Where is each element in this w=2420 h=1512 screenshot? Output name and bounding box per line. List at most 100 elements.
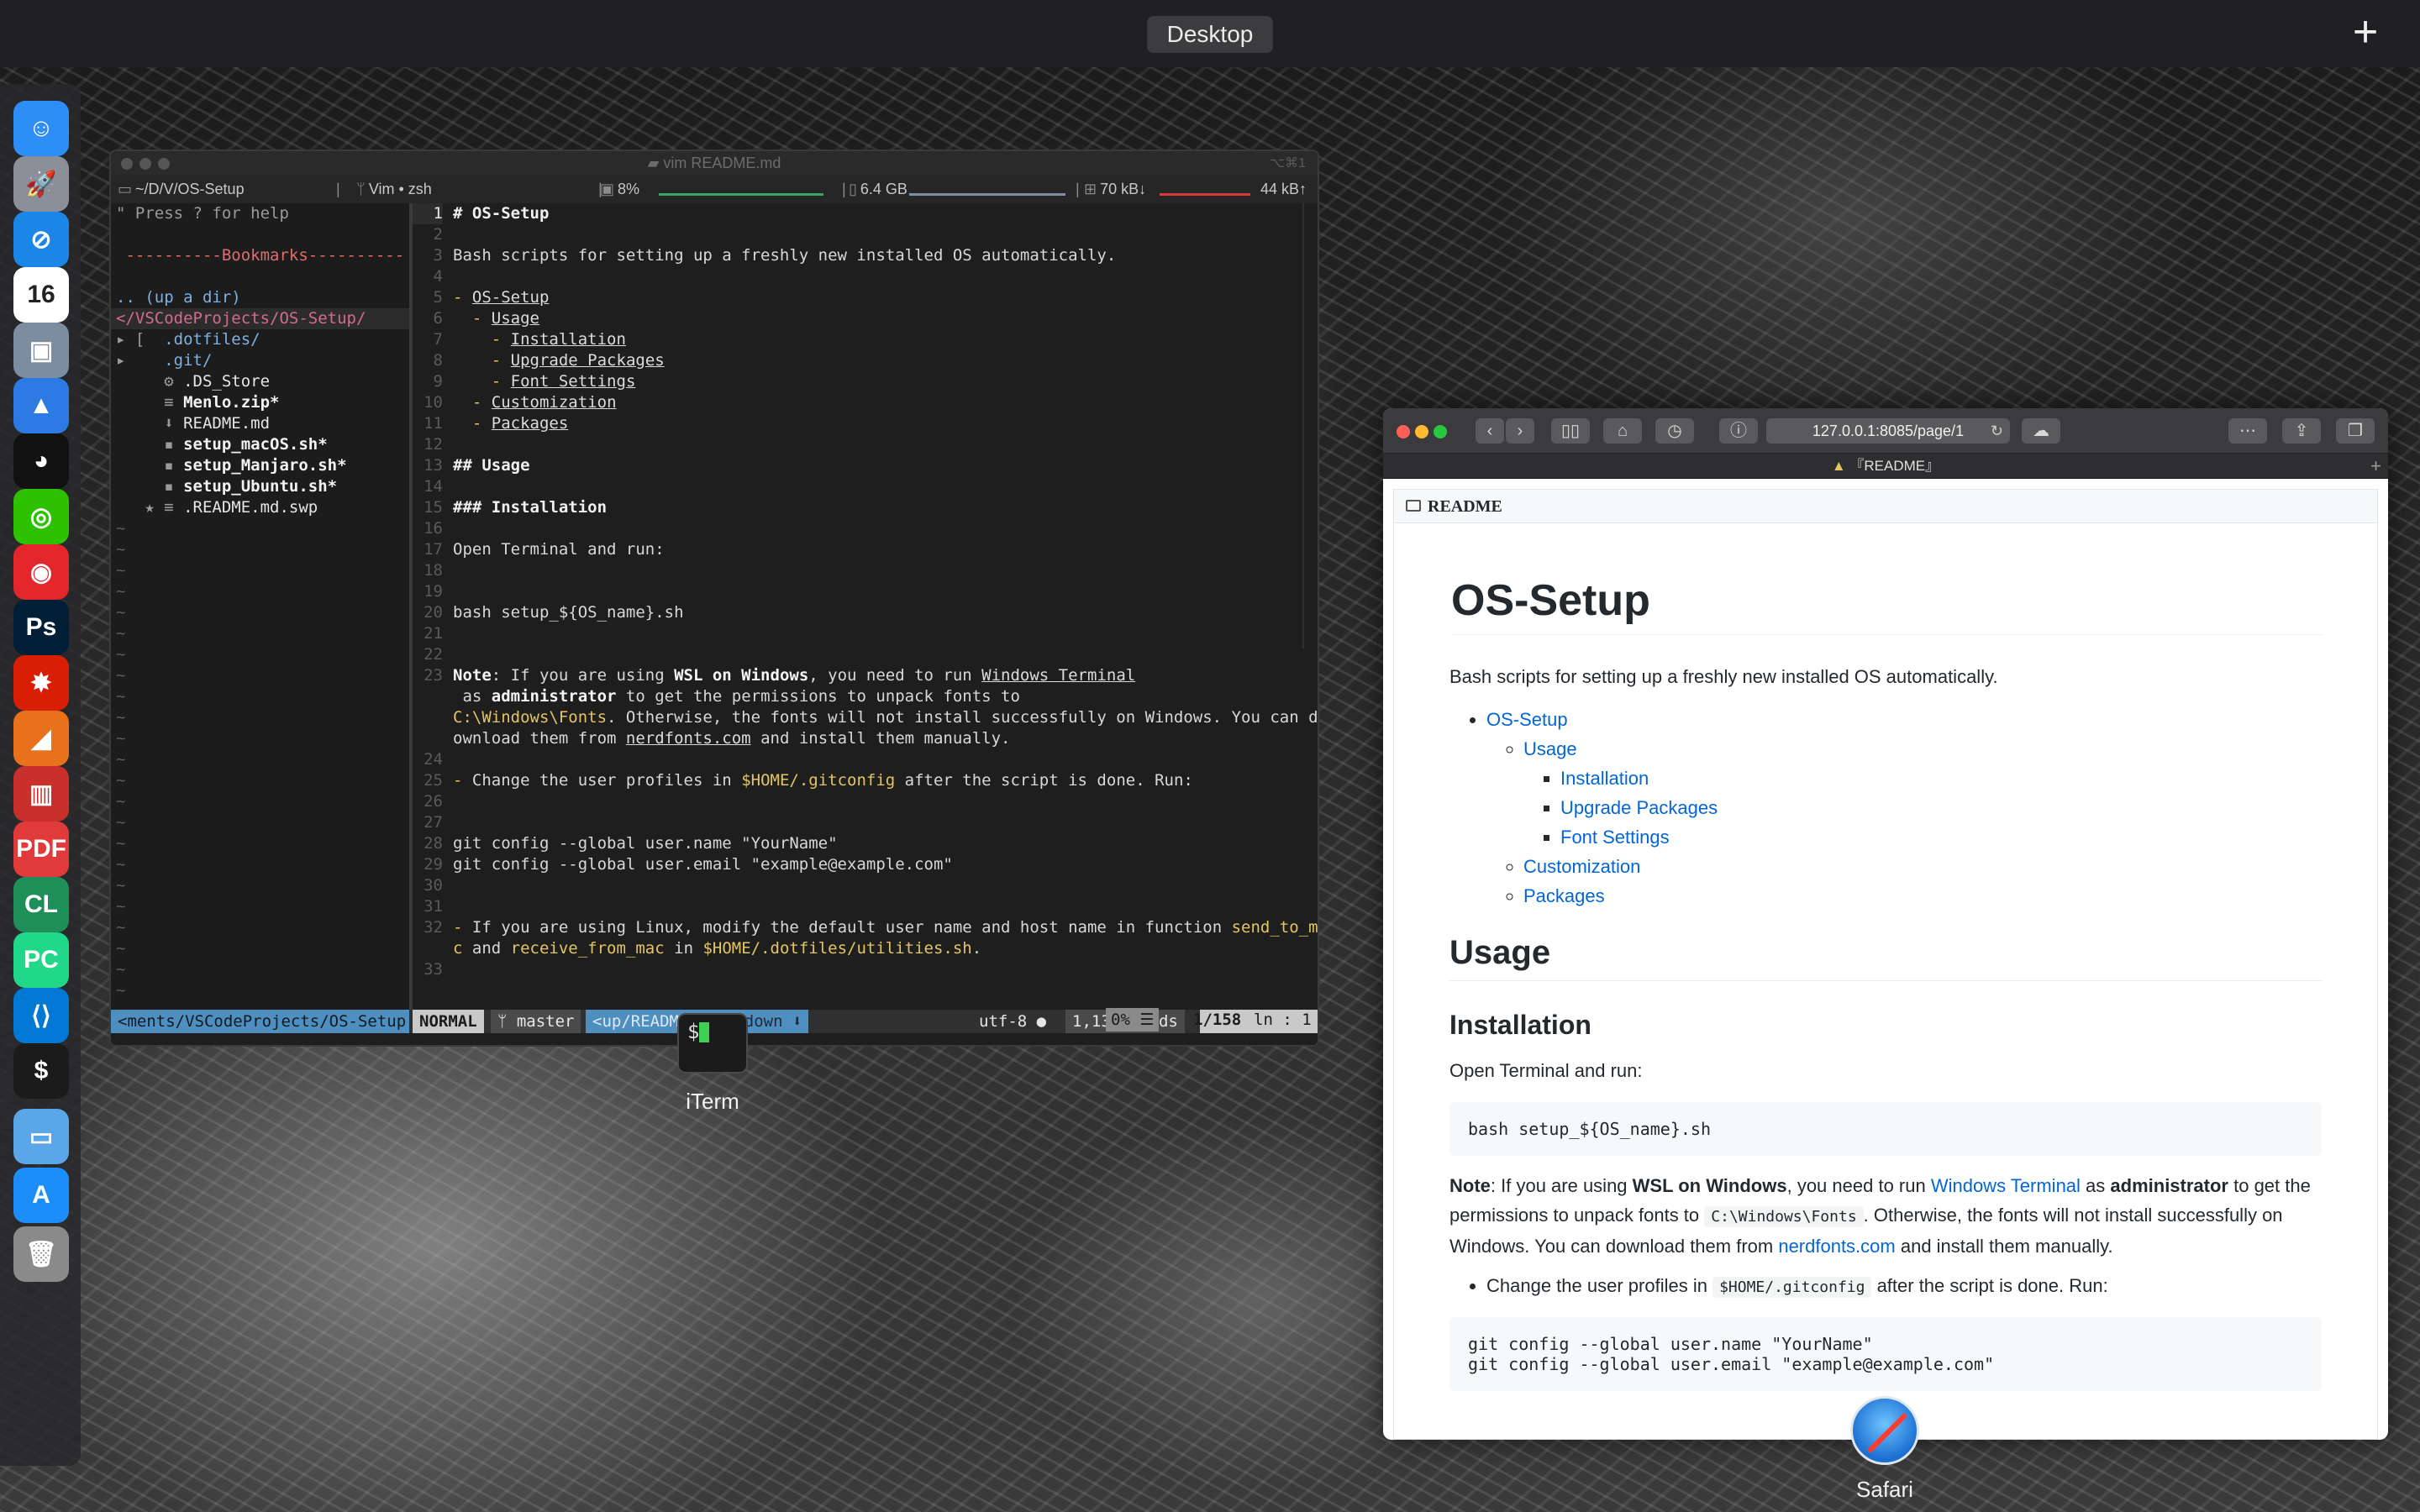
safari-window[interactable]: ‹ › ▯▯ ⌂ ◷ ⓘ 127.0.0.1:8085/page/1 ↻ ☁ ⋯… [1383, 408, 2388, 1440]
editor-line[interactable]: 18 [413, 560, 1318, 581]
dock-icon-iterm[interactable]: $ [13, 1043, 69, 1099]
dock-icon-preview[interactable]: ▣ [13, 323, 69, 378]
dock-icon-wolfram[interactable]: ✸ [13, 655, 69, 711]
editor-line[interactable]: 33 [413, 959, 1318, 980]
dock-icon-parallels[interactable]: ▥ [13, 766, 69, 822]
dock-icon-launchpad[interactable]: 🚀 [13, 156, 69, 212]
add-space-button[interactable]: + [2344, 10, 2386, 54]
status-memory[interactable]: ▯ 6.4 GB [849, 181, 908, 198]
editor-line[interactable]: 23 Note: If you are using WSL on Windows,… [413, 665, 1318, 686]
minimize-button[interactable] [1415, 425, 1428, 438]
close-button[interactable] [1397, 425, 1410, 438]
safari-app-icon[interactable] [1850, 1396, 1919, 1465]
editor-line[interactable]: 7 - Installation [413, 329, 1318, 350]
editor-line[interactable]: 6 - Usage [413, 308, 1318, 329]
dock-icon-photoshop[interactable]: Ps [13, 600, 69, 655]
zoom-button[interactable] [1434, 425, 1447, 438]
dock-icon-calendar[interactable]: 16 [13, 267, 69, 323]
nerdtree-panel[interactable]: " Press ? for help ----------Bookmarks--… [111, 203, 409, 1010]
history-icon[interactable]: ◷ [1655, 418, 1694, 444]
toc-link-upgrade-packages[interactable]: Upgrade Packages [1560, 797, 1718, 818]
tabs-overview-icon[interactable]: ❐ [2336, 418, 2375, 444]
editor-line[interactable]: 17 Open Terminal and run: [413, 539, 1318, 560]
vim-editor[interactable]: 1 # OS-Setup 2 3 Bash scripts for setting up… [413, 203, 1318, 1010]
editor-line[interactable]: 14 [413, 476, 1318, 497]
nerdtree-entry[interactable]: ▸ [ .dotfiles/ [111, 329, 409, 350]
nerdtree-entry[interactable]: ≡ Menlo.zip* [111, 392, 409, 413]
editor-line[interactable]: 28 git config --global user.name "YourNam… [413, 833, 1318, 854]
nerdtree-entry[interactable]: ▪ setup_Manjaro.sh* [111, 455, 409, 476]
nerdtree-entry[interactable]: ▸ .git/ [111, 350, 409, 371]
safari-tab-bar[interactable]: ▲ 『README』 + [1383, 454, 2388, 479]
address-bar[interactable]: 127.0.0.1:8085/page/1 ↻ [1766, 418, 2010, 444]
editor-line[interactable]: 29 git config --global user.email "exampl… [413, 854, 1318, 875]
editor-line[interactable]: 13 ## Usage [413, 455, 1318, 476]
editor-line[interactable]: C:\Windows\Fonts. Otherwise, the fonts w… [413, 707, 1318, 728]
nerdtree-entry[interactable]: ⬇ README.md [111, 413, 409, 434]
editor-line[interactable]: 12 [413, 434, 1318, 455]
nerdtree-entry[interactable]: ⚙ .DS_Store [111, 371, 409, 392]
share-icon[interactable]: ⇪ [2282, 418, 2321, 444]
nerdtree-entry[interactable]: ▪ setup_macOS.sh* [111, 434, 409, 455]
dock-icon-safari[interactable]: ⊘ [13, 212, 69, 267]
info-icon[interactable]: ⓘ [1719, 418, 1758, 444]
editor-line[interactable]: 15 ### Installation [413, 497, 1318, 518]
toc-link-os-setup[interactable]: OS-Setup [1486, 709, 1568, 730]
dock-icon-folder[interactable]: ▭ [13, 1109, 69, 1164]
icloud-icon[interactable]: ☁ [2022, 418, 2060, 444]
editor-line[interactable]: 4 [413, 266, 1318, 287]
editor-line[interactable]: c and receive_from_mac in $HOME/.dotfile… [413, 938, 1318, 959]
status-cpu[interactable]: ▣ 8% [600, 181, 639, 198]
dock-icon-app-store[interactable]: A [13, 1168, 69, 1223]
editor-line[interactable]: 32 - If you are using Linux, modify the d… [413, 917, 1318, 938]
toc-link-customization[interactable]: Customization [1523, 856, 1640, 877]
editor-line[interactable]: 8 - Upgrade Packages [413, 350, 1318, 371]
dock-icon-netease-music[interactable]: ◉ [13, 544, 69, 600]
nerdtree-root[interactable]: </VSCodeProjects/OS-Setup/ [111, 308, 409, 329]
dock-icon-pdf-expert[interactable]: PDF [13, 822, 69, 877]
toc-link-font-settings[interactable]: Font Settings [1560, 827, 1670, 848]
reload-icon[interactable]: ↻ [1991, 418, 2003, 444]
editor-line[interactable]: 26 [413, 791, 1318, 812]
windows-terminal-link[interactable]: Windows Terminal [1931, 1175, 2081, 1196]
nerdfonts-link[interactable]: nerdfonts.com [1778, 1236, 1895, 1257]
toc-link-packages[interactable]: Packages [1523, 885, 1605, 906]
forward-button[interactable]: › [1506, 418, 1534, 444]
status-network-down[interactable]: ⊞ 70 kB↓ [1084, 181, 1146, 198]
nerdtree-up-dir[interactable]: .. (up a dir) [111, 287, 409, 308]
editor-line[interactable]: 20 bash setup_${OS_name}.sh [413, 602, 1318, 623]
editor-line[interactable]: ownload them from nerdfonts.com and inst… [413, 728, 1318, 749]
dock-icon-trash[interactable]: 🗑 [13, 1226, 69, 1282]
editor-line[interactable]: 22 [413, 644, 1318, 665]
editor-line[interactable]: 16 [413, 518, 1318, 539]
dock-icon-matlab[interactable]: ◢ [13, 711, 69, 766]
editor-line[interactable]: as administrator to get the permissions … [413, 686, 1318, 707]
editor-line[interactable]: 21 [413, 623, 1318, 644]
dock-icon-finder[interactable]: ☺ [13, 101, 69, 156]
editor-line[interactable]: 27 [413, 812, 1318, 833]
status-network-up[interactable]: 44 kB↑ [1260, 181, 1307, 198]
iterm-app-icon[interactable]: $ [677, 1013, 748, 1074]
nerdtree-entry[interactable]: ★ ≡ .README.md.swp [111, 497, 409, 518]
status-job[interactable]: ᛘ Vim • zsh [356, 181, 432, 198]
editor-line[interactable]: 5 - OS-Setup [413, 287, 1318, 308]
dock-icon-spark[interactable]: ▲ [13, 378, 69, 433]
dock-icon-qq[interactable]: ◕ [13, 433, 69, 489]
iterm-window[interactable]: ▰ vim README.md ⌥⌘1 ▭ ~/D/V/OS-Setup | ᛘV… [109, 150, 1319, 1047]
editor-line[interactable]: 25 - Change the user profiles in $HOME/.g… [413, 770, 1318, 791]
tab-title[interactable]: 『README』 [1849, 458, 1939, 474]
dock-icon-wechat[interactable]: ◎ [13, 489, 69, 544]
back-button[interactable]: ‹ [1476, 418, 1504, 444]
toc-link-installation[interactable]: Installation [1560, 768, 1649, 789]
editor-line[interactable]: 3 Bash scripts for setting up a freshly n… [413, 245, 1318, 266]
editor-line[interactable]: 1 # OS-Setup [413, 203, 1318, 224]
editor-line[interactable]: 2 [413, 224, 1318, 245]
nerdtree-entry[interactable]: ▪ setup_Ubuntu.sh* [111, 476, 409, 497]
desktop-space-thumbnail[interactable]: Desktop [1147, 16, 1273, 53]
home-icon[interactable]: ⌂ [1603, 418, 1642, 444]
toc-link-usage[interactable]: Usage [1523, 738, 1577, 759]
dock-icon-pycharm[interactable]: PC [13, 932, 69, 988]
status-path[interactable]: ▭ ~/D/V/OS-Setup [118, 181, 245, 198]
editor-line[interactable]: 24 [413, 749, 1318, 770]
editor-line[interactable]: 30 [413, 875, 1318, 896]
